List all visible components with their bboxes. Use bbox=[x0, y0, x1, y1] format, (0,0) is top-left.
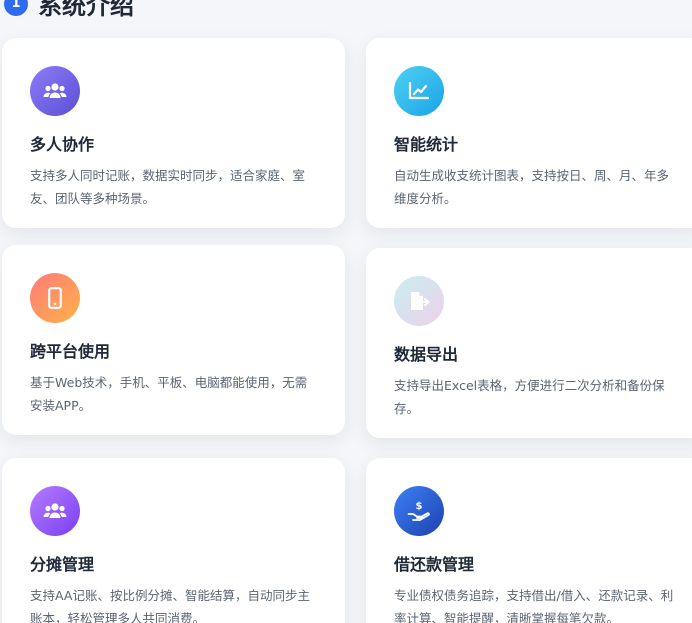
page: 1 系统介绍 多人协作 支持多人同时记账，数据实时同步，适合家庭、室友、团队等多… bbox=[0, 0, 692, 623]
feature-title: 跨平台使用 bbox=[30, 342, 111, 361]
feature-description: 自动生成收支统计图表，支持按日、周、月、年多维度分析。 bbox=[394, 168, 670, 206]
feature-description: 支持多人同时记账，数据实时同步，适合家庭、室友、团队等多种场景。 bbox=[30, 168, 306, 206]
section-title: 系统介绍 bbox=[38, 0, 134, 20]
file-export-icon bbox=[394, 276, 444, 326]
feature-card-split-management: 分摊管理 支持AA记账、按比例分摊、智能结算，自动同步主账本，轻松管理多人共同消… bbox=[2, 458, 345, 623]
feature-title: 借还款管理 bbox=[394, 555, 475, 574]
section-header: 1 系统介绍 bbox=[4, 0, 134, 21]
feature-card-cross-platform: 跨平台使用 基于Web技术，手机、平板、电脑都能使用，无需安装APP。 bbox=[2, 245, 345, 435]
feature-description: 支持AA记账、按比例分摊、智能结算，自动同步主账本，轻松管理多人共同消费。 bbox=[30, 588, 310, 623]
feature-card-collaboration: 多人协作 支持多人同时记账，数据实时同步，适合家庭、室友、团队等多种场景。 bbox=[2, 38, 345, 228]
feature-description: 专业债权债务追踪，支持借出/借入、还款记录、利率计算、智能提醒，清晰掌握每笔欠款… bbox=[394, 588, 674, 623]
hand-dollar-icon: $ bbox=[394, 486, 444, 536]
feature-title: 多人协作 bbox=[30, 135, 95, 154]
users-icon bbox=[30, 66, 80, 116]
feature-card-loan-management: $ 借还款管理 专业债权债务追踪，支持借出/借入、还款记录、利率计算、智能提醒，… bbox=[366, 458, 692, 623]
feature-description: 基于Web技术，手机、平板、电脑都能使用，无需安装APP。 bbox=[30, 375, 308, 413]
feature-title: 数据导出 bbox=[394, 345, 459, 364]
svg-text:$: $ bbox=[416, 501, 423, 512]
chart-line-icon bbox=[394, 66, 444, 116]
feature-card-data-export: 数据导出 支持导出Excel表格，方便进行二次分析和备份保存。 bbox=[366, 248, 692, 438]
feature-description: 支持导出Excel表格，方便进行二次分析和备份保存。 bbox=[394, 378, 665, 416]
mobile-icon bbox=[30, 273, 80, 323]
users-split-icon bbox=[30, 486, 80, 536]
feature-title: 智能统计 bbox=[394, 135, 459, 154]
feature-title: 分摊管理 bbox=[30, 555, 95, 574]
feature-card-statistics: 智能统计 自动生成收支统计图表，支持按日、周、月、年多维度分析。 bbox=[366, 38, 692, 228]
section-number-badge: 1 bbox=[4, 0, 28, 16]
